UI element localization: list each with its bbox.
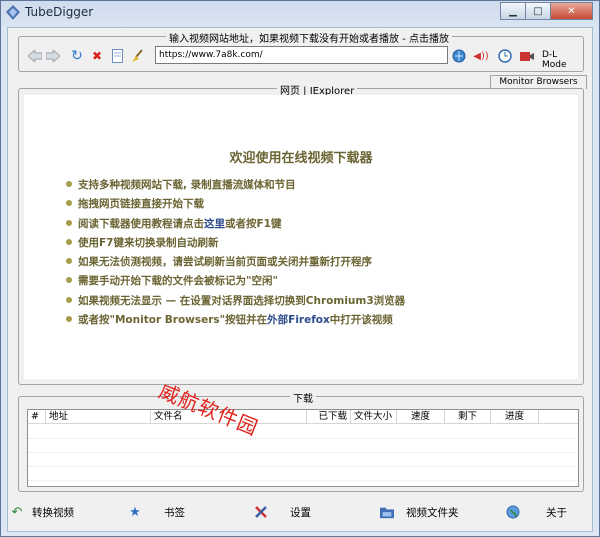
column-header[interactable]: # xyxy=(28,410,46,423)
web-view[interactable]: 欢迎使用在线视频下载器 支持多种视频网站下载, 录制直播流媒体和节目 拖拽网页链… xyxy=(24,95,578,379)
browser-group: 网页 | IExplorer 欢迎使用在线视频下载器 支持多种视频网站下载, 录… xyxy=(18,82,584,385)
tip-item: 使用F7键来切换录制自动刷新 xyxy=(66,235,405,254)
bullet-dot-icon xyxy=(66,200,72,207)
camera-record-icon[interactable] xyxy=(519,48,535,64)
column-header[interactable]: 地址 xyxy=(46,410,151,423)
table-row xyxy=(28,466,578,467)
refresh-icon[interactable]: ↻ xyxy=(69,48,85,64)
maximize-button[interactable]: □ xyxy=(525,2,551,20)
close-button[interactable]: ✕ xyxy=(550,2,593,20)
column-header[interactable]: 速度 xyxy=(397,410,445,423)
convert-icon: ↶ xyxy=(11,504,23,520)
star-icon: ★ xyxy=(129,504,141,520)
bullet-dot-icon xyxy=(66,296,72,303)
help-link[interactable]: 这里 xyxy=(204,218,225,230)
dl-mode-toggle[interactable]: D-L Mode xyxy=(542,50,583,70)
stop-icon[interactable]: ✖ xyxy=(89,48,105,64)
back-arrow-icon[interactable] xyxy=(27,48,43,64)
bullet-dot-icon xyxy=(66,238,72,245)
window-title: TubeDigger xyxy=(25,5,94,19)
video-folder-button[interactable]: 视频文件夹 xyxy=(380,501,459,523)
tip-item: 需要手动开始下载的文件会被标记为"空闲" xyxy=(66,273,405,292)
column-header[interactable]: 进度 xyxy=(491,410,539,423)
download-group: 下载 # 地址 文件名 已下载 文件大小 速度 剩下 进度 xyxy=(18,390,584,492)
tip-item: 阅读下载器使用教程请点击这里或者按F1键 xyxy=(66,216,405,235)
client-area: 输入视频网站地址，如果视频下载没有开始或者播放 - 点击播放 ↻ ✖ ◀)) D… xyxy=(7,27,593,532)
table-row xyxy=(28,480,578,481)
bullet-dot-icon xyxy=(66,316,72,323)
about-button[interactable]: 关于 xyxy=(506,501,567,523)
bullet-dot-icon xyxy=(66,219,72,226)
download-table-header: # 地址 文件名 已下载 文件大小 速度 剩下 进度 xyxy=(28,410,578,424)
bullet-dot-icon xyxy=(66,277,72,284)
title-bar: TubeDigger ▁ □ ✕ xyxy=(1,1,599,25)
tips-list: 支持多种视频网站下载, 录制直播流媒体和节目 拖拽网页链接直接开始下载 阅读下载… xyxy=(66,177,405,331)
table-row xyxy=(28,438,578,439)
app-window: TubeDigger ▁ □ ✕ 输入视频网站地址，如果视频下载没有开始或者播放… xyxy=(0,0,600,537)
bookmarks-button[interactable]: ★ 书签 xyxy=(128,501,185,523)
download-caption: 下载 xyxy=(290,390,316,405)
tip-item: 或者按"Monitor Browsers"按钮并在外部Firefox中打开该视频 xyxy=(66,312,405,331)
welcome-title: 欢迎使用在线视频下载器 xyxy=(229,151,373,166)
table-row xyxy=(28,452,578,453)
bullet-dot-icon xyxy=(66,258,72,265)
bottom-toolbar: ↶ 转换视频 ★ 书签 设置 视频文件夹 关于 xyxy=(8,498,592,530)
column-header[interactable]: 剩下 xyxy=(445,410,491,423)
page-icon[interactable] xyxy=(109,48,125,64)
convert-video-button[interactable]: ↶ 转换视频 xyxy=(10,501,74,523)
clock-icon[interactable] xyxy=(497,48,513,64)
globe-about-icon xyxy=(506,505,520,519)
column-header[interactable]: 已下载 xyxy=(307,410,351,423)
tip-item: 如果视频无法显示 — 在设置对话界面选择切换到Chromium3浏览器 xyxy=(66,293,405,312)
monitor-browsers-tab[interactable]: Monitor Browsers xyxy=(490,75,587,89)
navigation-caption: 输入视频网站地址，如果视频下载没有开始或者播放 - 点击播放 xyxy=(166,30,452,45)
window-controls: ▁ □ ✕ xyxy=(500,2,593,20)
minimize-button[interactable]: ▁ xyxy=(500,2,526,20)
forward-arrow-icon[interactable] xyxy=(45,48,61,64)
folder-icon xyxy=(380,505,394,519)
external-firefox-link[interactable]: 外部Firefox xyxy=(267,314,330,326)
tip-item: 支持多种视频网站下载, 录制直播流媒体和节目 xyxy=(66,177,405,196)
tip-item: 拖拽网页链接直接开始下载 xyxy=(66,196,405,215)
clear-broom-icon[interactable] xyxy=(129,48,145,64)
settings-button[interactable]: 设置 xyxy=(254,501,311,523)
download-table[interactable]: # 地址 文件名 已下载 文件大小 速度 剩下 进度 xyxy=(27,409,579,487)
record-sound-icon[interactable]: ◀)) xyxy=(473,48,489,64)
go-globe-icon[interactable] xyxy=(451,48,467,64)
column-header[interactable]: 文件大小 xyxy=(351,410,397,423)
bullet-dot-icon xyxy=(66,181,72,187)
tubedigger-logo-icon xyxy=(6,5,20,20)
navigation-group: 输入视频网站地址，如果视频下载没有开始或者播放 - 点击播放 ↻ ✖ ◀)) D… xyxy=(18,30,584,72)
settings-tools-icon xyxy=(254,505,268,519)
tip-item: 如果无法侦测视频，请尝试刷新当前页面或关闭并重新打开程序 xyxy=(66,254,405,273)
url-input[interactable] xyxy=(155,46,448,64)
